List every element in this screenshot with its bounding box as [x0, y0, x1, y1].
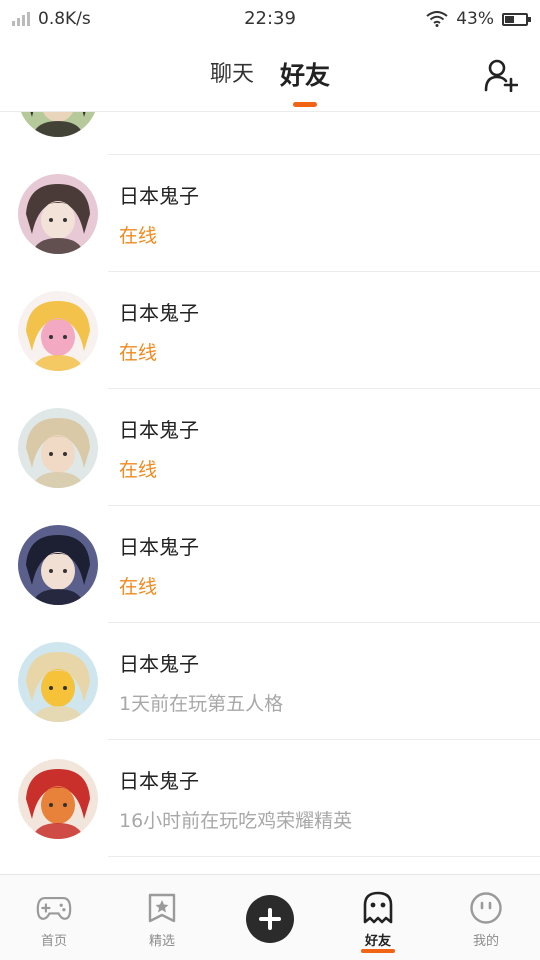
nav-me-label: 我的: [472, 934, 499, 949]
add-friend-icon[interactable]: [484, 58, 518, 92]
nav-publish[interactable]: [216, 875, 324, 960]
face-icon: [470, 892, 502, 924]
friend-list-item[interactable]: 日本鬼子 在线: [0, 155, 540, 272]
plus-icon: [259, 908, 281, 930]
friend-status: 在线: [119, 341, 158, 364]
publish-button[interactable]: [246, 895, 294, 943]
friend-status: 在线: [119, 458, 158, 481]
battery-icon: [502, 12, 531, 26]
friend-list-item[interactable]: 在线: [0, 112, 540, 155]
avatar[interactable]: [18, 112, 98, 137]
star-bookmark-icon: [148, 893, 176, 923]
ghost-icon: [363, 891, 393, 924]
friend-status: 在线: [119, 575, 158, 598]
nav-featured-label: 精选: [148, 934, 175, 949]
wifi-icon: [426, 11, 448, 27]
bottom-nav: 首页 精选 好友 我的: [0, 874, 540, 960]
net-speed: 0.8K/s: [38, 9, 91, 29]
nav-friends-label: 好友: [360, 930, 396, 953]
avatar[interactable]: [18, 641, 98, 722]
friend-name: 日本鬼子: [119, 768, 199, 793]
friend-status: 16小时前在玩吃鸡荣耀精英: [119, 809, 353, 832]
nav-me[interactable]: 我的: [432, 875, 540, 960]
signal-icon: [12, 12, 30, 26]
tab-bar: 聊天 好友: [0, 56, 540, 92]
avatar[interactable]: [18, 407, 98, 488]
nav-friends[interactable]: 好友: [324, 875, 432, 960]
friend-name: 日本鬼子: [119, 651, 199, 676]
friend-list-item[interactable]: 日本鬼子 在线: [0, 272, 540, 389]
friend-name: 日本鬼子: [119, 417, 199, 442]
friend-name: 日本鬼子: [119, 183, 199, 208]
nav-home[interactable]: 首页: [0, 875, 108, 960]
avatar[interactable]: [18, 524, 98, 605]
friend-list-item[interactable]: 日本鬼子 1天前在玩第五人格: [0, 623, 540, 740]
battery-percent: 43%: [456, 9, 494, 29]
avatar[interactable]: [18, 758, 98, 839]
friend-list-item[interactable]: 日本鬼子 在线: [0, 506, 540, 623]
friend-name: 日本鬼子: [119, 300, 199, 325]
gamepad-icon: [36, 897, 72, 920]
status-bar: 0.8K/s 22:39 43%: [0, 0, 540, 38]
friend-list[interactable]: 在线日本鬼子在线日本鬼子在线日本鬼子在线日本鬼子在线日本鬼子1天前在玩第五人格日…: [0, 112, 540, 874]
friend-status: 在线: [119, 112, 157, 116]
tab-chat[interactable]: 聊天: [210, 56, 254, 92]
friend-list-item[interactable]: 日本鬼子 在线: [0, 389, 540, 506]
friend-list-item[interactable]: 日本鬼子 16小时前在玩吃鸡荣耀精英: [0, 740, 540, 857]
avatar[interactable]: [18, 173, 98, 254]
nav-home-label: 首页: [40, 934, 67, 949]
friend-status: 1天前在玩第五人格: [119, 692, 284, 715]
tab-friends[interactable]: 好友: [280, 56, 330, 92]
nav-featured[interactable]: 精选: [108, 875, 216, 960]
avatar[interactable]: [18, 290, 98, 371]
friend-status: 在线: [119, 224, 158, 247]
header: 聊天 好友: [0, 38, 540, 112]
friend-name: 日本鬼子: [119, 534, 199, 559]
